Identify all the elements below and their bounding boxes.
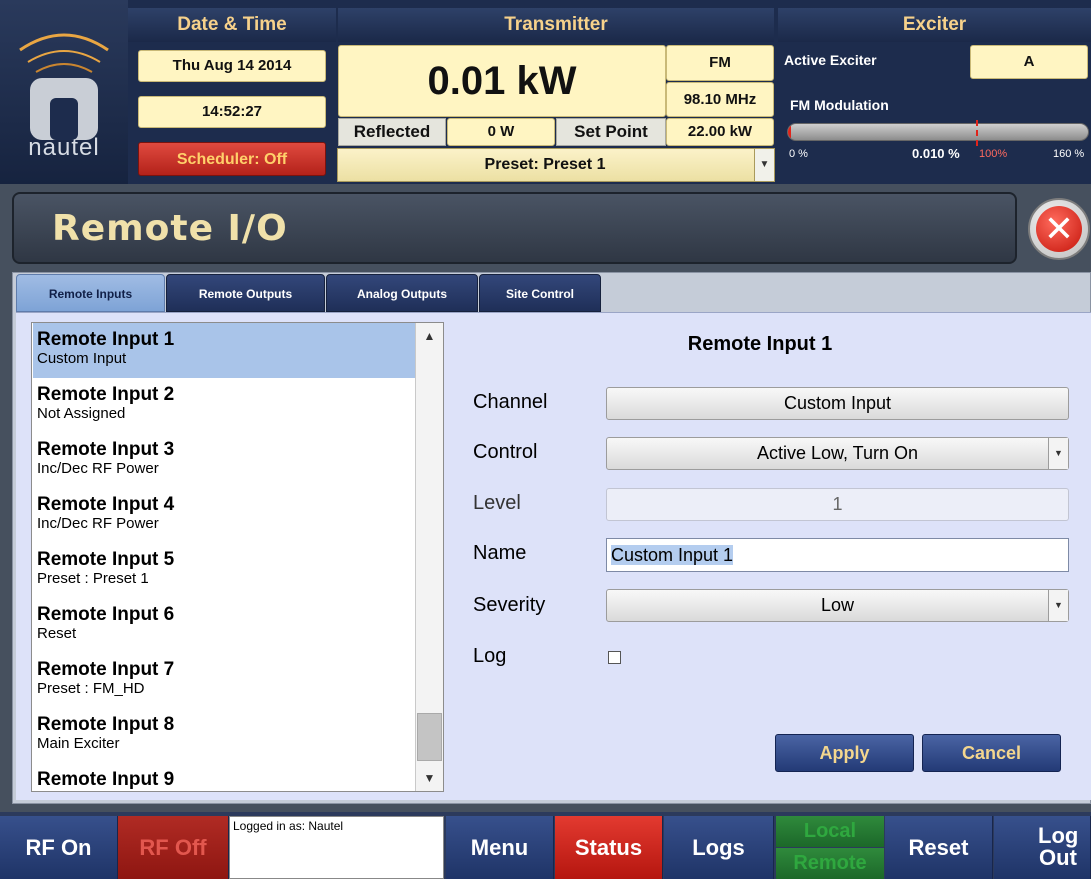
fm-modulation-label: FM Modulation: [790, 97, 889, 113]
fm-modulation-value: 0.010 %: [912, 146, 960, 161]
list-item-title: Remote Input 1: [37, 329, 175, 350]
log-checkbox[interactable]: [608, 651, 621, 664]
channel-value: Custom Input: [783, 393, 892, 413]
setpoint-value[interactable]: 22.00 kW: [666, 118, 774, 146]
level-label: Level: [473, 492, 521, 514]
list-item-title: Remote Input 4: [37, 494, 175, 515]
mode-display: FM: [666, 45, 774, 81]
list-item-title: Remote Input 7: [37, 659, 175, 680]
mod-scale-mark: 100%: [979, 148, 1008, 160]
chevron-up-icon[interactable]: ▲: [416, 323, 443, 349]
tab-analog-outputs[interactable]: Analog Outputs: [326, 274, 478, 312]
tab-remote-inputs[interactable]: Remote Inputs: [16, 274, 165, 312]
channel-label: Channel: [473, 391, 548, 413]
tab-remote-outputs[interactable]: Remote Outputs: [166, 274, 325, 312]
menu-button[interactable]: Menu: [446, 816, 554, 879]
list-item-subtitle: Preset : FM_HD: [37, 680, 145, 697]
level-field: 1: [606, 488, 1069, 521]
exciter-title: Exciter: [778, 8, 1091, 42]
logged-in-status: Logged in as: Nautel: [229, 816, 444, 879]
apply-button[interactable]: Apply: [775, 734, 914, 772]
name-input[interactable]: Custom Input 1: [606, 538, 1069, 572]
list-scrollbar[interactable]: ▲ ▼: [415, 323, 443, 791]
list-item-title: Remote Input 9: [37, 769, 175, 790]
active-exciter-value: A: [970, 45, 1088, 79]
rf-on-button[interactable]: RF On: [0, 816, 118, 879]
preset-value: Preset: Preset 1: [484, 156, 606, 173]
logout-button[interactable]: Log Out: [994, 816, 1091, 879]
active-exciter-label: Active Exciter: [784, 52, 877, 68]
list-item[interactable]: Remote Input 9: [33, 763, 416, 791]
list-item-title: Remote Input 8: [37, 714, 175, 735]
chevron-down-icon: ▼: [1048, 438, 1068, 469]
setpoint-label: Set Point: [556, 118, 666, 146]
reflected-value: 0 W: [447, 118, 555, 146]
cancel-button[interactable]: Cancel: [922, 734, 1061, 772]
list-item-subtitle: Inc/Dec RF Power: [37, 460, 159, 477]
list-item-subtitle: Reset: [37, 625, 77, 642]
scheduler-button[interactable]: Scheduler: Off: [138, 142, 326, 176]
reflected-label: Reflected: [338, 118, 446, 146]
page-title: Remote I/O: [52, 208, 288, 249]
list-item[interactable]: Remote Input 8 Main Exciter: [33, 708, 416, 763]
control-label: Control: [473, 441, 538, 463]
list-item[interactable]: Remote Input 7 Preset : FM_HD: [33, 653, 416, 708]
preset-select[interactable]: Preset: Preset 1 ▼: [337, 148, 775, 182]
chevron-down-icon: ▼: [754, 149, 774, 181]
list-item-subtitle: Not Assigned: [37, 405, 126, 422]
remote-input-list[interactable]: Remote Input 1 Custom Input Remote Input…: [31, 322, 444, 792]
mod-scale-max: 160 %: [1053, 148, 1085, 160]
list-item-title: Remote Input 6: [37, 604, 175, 625]
list-item-subtitle: Inc/Dec RF Power: [37, 515, 159, 532]
transmitter-title: Transmitter: [338, 8, 774, 42]
list-item[interactable]: Remote Input 2 Not Assigned: [33, 378, 416, 433]
level-value: 1: [832, 494, 843, 514]
date-display: Thu Aug 14 2014: [138, 50, 326, 82]
close-icon: ✕: [1036, 206, 1082, 252]
channel-button[interactable]: Custom Input: [606, 387, 1069, 420]
chevron-down-icon[interactable]: ▼: [416, 765, 443, 791]
list-item-title: Remote Input 2: [37, 384, 175, 405]
control-value: Active Low, Turn On: [756, 443, 919, 463]
severity-label: Severity: [473, 594, 546, 616]
severity-value: Low: [820, 595, 855, 615]
detail-title: Remote Input 1: [687, 333, 833, 355]
status-button[interactable]: Status: [555, 816, 663, 879]
chevron-down-icon: ▼: [1048, 590, 1068, 621]
name-value: Custom Input 1: [611, 545, 734, 565]
tab-site-control[interactable]: Site Control: [479, 274, 601, 312]
power-display: 0.01 kW: [338, 45, 666, 117]
time-display: 14:52:27: [138, 96, 326, 128]
brand-name: nautel: [28, 134, 100, 161]
list-item[interactable]: Remote Input 6 Reset: [33, 598, 416, 653]
logs-button[interactable]: Logs: [664, 816, 774, 879]
log-label: Log: [473, 645, 507, 667]
rf-off-button[interactable]: RF Off: [118, 816, 229, 879]
date-time-title: Date & Time: [128, 8, 336, 42]
modulation-100-marker: [976, 120, 978, 146]
nautel-logo: nautel: [0, 0, 128, 184]
frequency-display: 98.10 MHz: [666, 82, 774, 117]
fm-modulation-bar: [787, 123, 1089, 141]
fm-modulation-fill: [788, 124, 791, 140]
close-button[interactable]: ✕: [1028, 198, 1090, 260]
list-item[interactable]: Remote Input 3 Inc/Dec RF Power: [33, 433, 416, 488]
remote-button[interactable]: Remote: [776, 848, 884, 879]
list-item-subtitle: Preset : Preset 1: [37, 570, 149, 587]
list-item[interactable]: Remote Input 5 Preset : Preset 1: [33, 543, 416, 598]
list-item-title: Remote Input 3: [37, 439, 175, 460]
list-item-subtitle: Custom Input: [37, 350, 127, 367]
name-label: Name: [473, 542, 527, 564]
control-select[interactable]: Active Low, Turn On ▼: [606, 437, 1069, 470]
page-title-bar: Remote I/O: [12, 192, 1017, 264]
local-button[interactable]: Local: [776, 816, 884, 847]
severity-select[interactable]: Low ▼: [606, 589, 1069, 622]
mod-scale-min: 0 %: [789, 148, 808, 160]
reset-button[interactable]: Reset: [885, 816, 993, 879]
list-item-title: Remote Input 5: [37, 549, 175, 570]
scrollbar-thumb[interactable]: [417, 713, 442, 761]
list-item[interactable]: Remote Input 4 Inc/Dec RF Power: [33, 488, 416, 543]
list-item[interactable]: Remote Input 1 Custom Input: [33, 323, 416, 378]
list-item-subtitle: Main Exciter: [37, 735, 120, 752]
